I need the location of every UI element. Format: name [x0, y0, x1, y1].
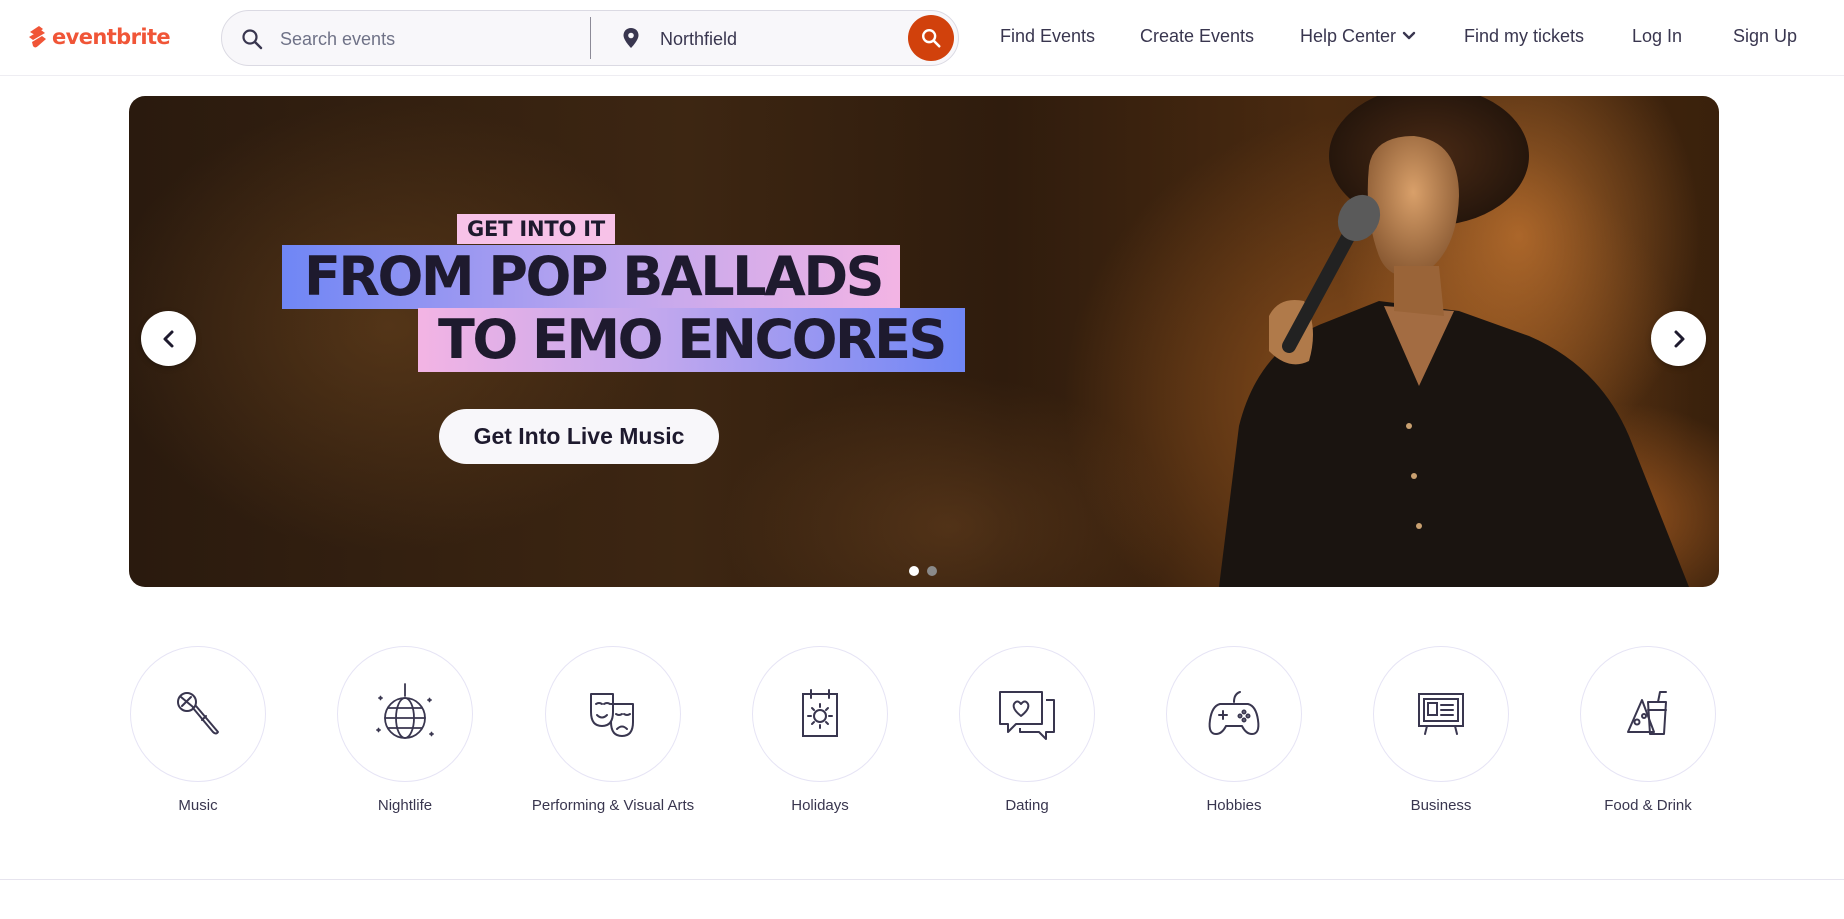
carousel-prev-button[interactable]: [141, 311, 196, 366]
hero-headline-line2: TO EMO ENCORES: [418, 308, 965, 372]
category-circle: [752, 646, 888, 782]
category-circle: [1373, 646, 1509, 782]
nav-help-center[interactable]: Help Center: [1300, 26, 1416, 47]
search-submit-button[interactable]: [908, 15, 954, 61]
location-input[interactable]: [660, 25, 900, 53]
section-divider: [0, 879, 1844, 880]
eventbrite-logo[interactable]: eventbrite: [27, 22, 171, 52]
category-circle: [337, 646, 473, 782]
category-label: Food & Drink: [1604, 797, 1692, 814]
presentation-board-icon: [1418, 693, 1464, 735]
carousel-pagination: [909, 566, 937, 576]
category-circle: [959, 646, 1095, 782]
category-performing-visual-arts[interactable]: Performing & Visual Arts: [509, 646, 717, 816]
search-bar: [221, 10, 959, 66]
category-holidays[interactable]: Holidays: [716, 646, 924, 816]
category-label: Dating: [1005, 797, 1049, 814]
category-label: Nightlife: [377, 797, 433, 814]
category-food-drink[interactable]: Food & Drink: [1544, 646, 1752, 816]
category-label: Holidays: [791, 797, 849, 814]
category-label: Hobbies: [1206, 797, 1262, 814]
nav-help-center-label: Help Center: [1300, 26, 1397, 46]
top-header: eventbrite Find Events Create Events Hel…: [0, 0, 1844, 76]
theater-masks-icon: [590, 693, 634, 737]
logo-wordmark: eventbrite: [52, 25, 171, 49]
category-business[interactable]: Business: [1337, 646, 1545, 816]
category-row: Music Nightlife Performing & Visual Arts…: [129, 646, 1719, 846]
category-label: Performing & Visual Arts: [531, 797, 695, 814]
hero-carousel: GET INTO IT FROM POP BALLADS TO EMO ENCO…: [129, 96, 1719, 587]
search-icon: [242, 29, 263, 50]
hero-eyebrow: GET INTO IT: [457, 214, 616, 244]
eventbrite-logo-icon: [29, 26, 46, 48]
disco-ball-icon: [376, 683, 434, 739]
hero-cta-button[interactable]: Get Into Live Music: [439, 409, 719, 464]
nav-find-my-tickets[interactable]: Find my tickets: [1464, 26, 1584, 47]
food-drink-icon: [1627, 691, 1667, 735]
calendar-sun-icon: [802, 689, 838, 737]
search-input[interactable]: [280, 25, 580, 53]
location-pin-icon: [623, 28, 639, 48]
category-circle: [1580, 646, 1716, 782]
chat-heart-icon: [999, 691, 1055, 740]
category-hobbies[interactable]: Hobbies: [1130, 646, 1338, 816]
chevron-down-icon: [1402, 31, 1416, 39]
category-label: Business: [1410, 797, 1472, 814]
category-dating[interactable]: Dating: [923, 646, 1131, 816]
hero-singer-image: [1219, 96, 1689, 587]
chevron-left-icon: [163, 330, 173, 347]
carousel-dot-1[interactable]: [909, 566, 919, 576]
nav-create-events[interactable]: Create Events: [1140, 26, 1254, 47]
chevron-right-icon: [1674, 330, 1684, 347]
microphone-icon: [177, 692, 219, 735]
category-nightlife[interactable]: Nightlife: [301, 646, 509, 816]
search-button-icon: [922, 29, 941, 48]
search-divider: [590, 17, 591, 59]
nav-log-in[interactable]: Log In: [1632, 26, 1682, 47]
category-circle: [1166, 646, 1302, 782]
game-controller-icon: [1208, 691, 1260, 735]
carousel-next-button[interactable]: [1651, 311, 1706, 366]
carousel-dot-2[interactable]: [927, 566, 937, 576]
hero-headline-line1: FROM POP BALLADS: [282, 245, 901, 309]
category-circle: [545, 646, 681, 782]
category-music[interactable]: Music: [94, 646, 302, 816]
nav-find-events[interactable]: Find Events: [1000, 26, 1095, 47]
category-circle: [130, 646, 266, 782]
category-label: Music: [178, 797, 218, 814]
nav-sign-up[interactable]: Sign Up: [1733, 26, 1797, 47]
